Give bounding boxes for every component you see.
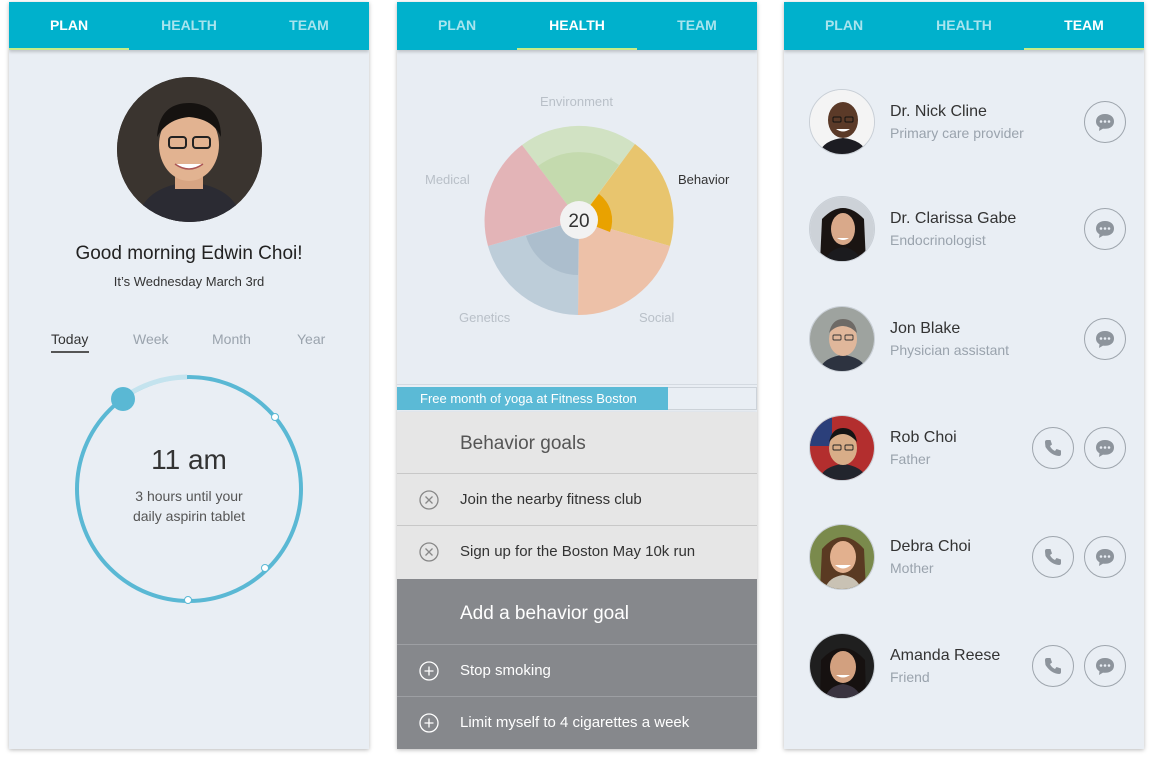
add-goal-title: Add a behavior goal bbox=[460, 603, 630, 624]
health-wheel-area: 20 Environment Behavior Social Genetics … bbox=[397, 50, 757, 385]
tab-health[interactable]: HEALTH bbox=[517, 2, 637, 50]
wheel-label-social[interactable]: Social bbox=[639, 310, 674, 325]
dial-description-line1: 3 hours until your bbox=[135, 488, 243, 504]
promo-banner-track bbox=[668, 387, 757, 410]
tab-bar: PLAN HEALTH TEAM bbox=[784, 2, 1144, 50]
wheel-label-genetics[interactable]: Genetics bbox=[459, 310, 510, 325]
greeting: Good morning Edwin Choi! bbox=[75, 243, 303, 264]
speech-bubble-icon bbox=[1096, 658, 1114, 675]
remove-goal-icon[interactable] bbox=[419, 542, 439, 562]
member-name: Dr. Nick Cline bbox=[890, 103, 987, 120]
member-role: Primary care provider bbox=[890, 125, 1024, 141]
suggested-goal-label: Stop smoking bbox=[460, 662, 551, 679]
range-tab-month[interactable]: Month bbox=[212, 331, 251, 347]
wheel-label-behavior[interactable]: Behavior bbox=[678, 172, 729, 187]
message-button[interactable] bbox=[1084, 208, 1126, 250]
tab-health[interactable]: HEALTH bbox=[904, 2, 1024, 50]
member-role: Physician assistant bbox=[890, 342, 1010, 358]
call-button[interactable] bbox=[1032, 536, 1074, 578]
remove-goal-icon[interactable] bbox=[419, 490, 439, 510]
message-button[interactable] bbox=[1084, 318, 1126, 360]
tab-bar: PLAN HEALTH TEAM bbox=[9, 2, 369, 50]
member-name: Debra Choi bbox=[890, 538, 971, 555]
phone-icon bbox=[1045, 440, 1061, 456]
team-member[interactable]: Debra Choi Mother bbox=[784, 524, 1144, 624]
range-tab-week[interactable]: Week bbox=[133, 331, 169, 347]
member-avatar bbox=[809, 633, 875, 699]
wheel-label-environment[interactable]: Environment bbox=[540, 94, 613, 109]
phone-icon bbox=[1045, 549, 1061, 565]
message-button[interactable] bbox=[1084, 427, 1126, 469]
dial-time: 11 am bbox=[151, 444, 227, 475]
tab-team[interactable]: TEAM bbox=[249, 2, 369, 50]
plan-screen: PLAN HEALTH TEAM Good morning Edwin Choi… bbox=[9, 2, 369, 749]
goal-row: Join the nearby fitness club bbox=[397, 473, 757, 525]
tab-team[interactable]: TEAM bbox=[637, 2, 757, 50]
member-avatar bbox=[809, 306, 875, 372]
add-goal-icon[interactable] bbox=[419, 661, 439, 681]
tab-plan[interactable]: PLAN bbox=[784, 2, 904, 50]
tab-plan[interactable]: PLAN bbox=[9, 2, 129, 50]
message-button[interactable] bbox=[1084, 536, 1126, 578]
health-screen: PLAN HEALTH TEAM 20 Environment Behavior… bbox=[397, 2, 757, 749]
add-goal-icon[interactable] bbox=[419, 713, 439, 733]
tab-health[interactable]: HEALTH bbox=[129, 2, 249, 50]
range-tab-today[interactable]: Today bbox=[51, 331, 88, 347]
team-member[interactable]: Amanda Reese Friend bbox=[784, 633, 1144, 733]
tab-plan[interactable]: PLAN bbox=[397, 2, 517, 50]
goal-label: Join the nearby fitness club bbox=[460, 491, 642, 508]
speech-bubble-icon bbox=[1096, 331, 1114, 348]
team-member[interactable]: Dr. Clarissa Gabe Endocrinologist bbox=[784, 196, 1144, 296]
current-date: It’s Wednesday March 3rd bbox=[113, 274, 265, 289]
tab-team[interactable]: TEAM bbox=[1024, 2, 1144, 50]
suggested-goal-row[interactable]: Limit myself to 4 cigarettes a week bbox=[397, 696, 757, 748]
message-button[interactable] bbox=[1084, 101, 1126, 143]
call-button[interactable] bbox=[1032, 645, 1074, 687]
member-avatar bbox=[809, 415, 875, 481]
range-underline bbox=[51, 351, 89, 353]
member-role: Endocrinologist bbox=[890, 232, 986, 248]
add-goal-card: Add a behavior goal Stop smoking Limit m… bbox=[397, 579, 757, 749]
wheel-label-medical[interactable]: Medical bbox=[425, 172, 470, 187]
member-avatar bbox=[809, 196, 875, 262]
dial-description: 3 hours until your daily aspirin tablet bbox=[109, 486, 269, 526]
dial-handle[interactable] bbox=[111, 387, 135, 411]
speech-bubble-icon bbox=[1096, 549, 1114, 566]
member-name: Rob Choi bbox=[890, 429, 957, 446]
promo-banner[interactable]: Free month of yoga at Fitness Boston bbox=[397, 387, 668, 410]
member-role: Father bbox=[890, 451, 931, 467]
speech-bubble-icon bbox=[1096, 221, 1114, 238]
member-avatar bbox=[809, 89, 875, 155]
member-name: Amanda Reese bbox=[890, 647, 1001, 664]
team-member[interactable]: Rob Choi Father bbox=[784, 415, 1144, 515]
call-button[interactable] bbox=[1032, 427, 1074, 469]
behavior-goals-card: Behavior goals Join the nearby fitness c… bbox=[397, 412, 757, 579]
member-avatar bbox=[809, 524, 875, 590]
team-member[interactable]: Dr. Nick Cline Primary care provider bbox=[784, 89, 1144, 189]
member-name: Dr. Clarissa Gabe bbox=[890, 210, 1017, 227]
user-avatar bbox=[117, 77, 262, 222]
goal-row: Sign up for the Boston May 10k run bbox=[397, 525, 757, 577]
team-screen: PLAN HEALTH TEAM Dr. Nick Cline Primary … bbox=[784, 2, 1144, 749]
range-tab-year[interactable]: Year bbox=[297, 331, 325, 347]
team-member[interactable]: Jon Blake Physician assistant bbox=[784, 306, 1144, 406]
phone-icon bbox=[1045, 658, 1061, 674]
suggested-goal-row[interactable]: Stop smoking bbox=[397, 644, 757, 696]
health-score: 20 bbox=[568, 211, 589, 232]
message-button[interactable] bbox=[1084, 645, 1126, 687]
dial-description-line2: daily aspirin tablet bbox=[132, 508, 246, 524]
member-role: Friend bbox=[890, 669, 930, 685]
behavior-goals-title: Behavior goals bbox=[460, 433, 586, 454]
speech-bubble-icon bbox=[1096, 114, 1114, 131]
tab-bar: PLAN HEALTH TEAM bbox=[397, 2, 757, 50]
goal-label: Sign up for the Boston May 10k run bbox=[460, 543, 696, 560]
speech-bubble-icon bbox=[1096, 440, 1114, 457]
member-name: Jon Blake bbox=[890, 320, 961, 337]
suggested-goal-label: Limit myself to 4 cigarettes a week bbox=[460, 714, 690, 731]
member-role: Mother bbox=[890, 560, 934, 576]
